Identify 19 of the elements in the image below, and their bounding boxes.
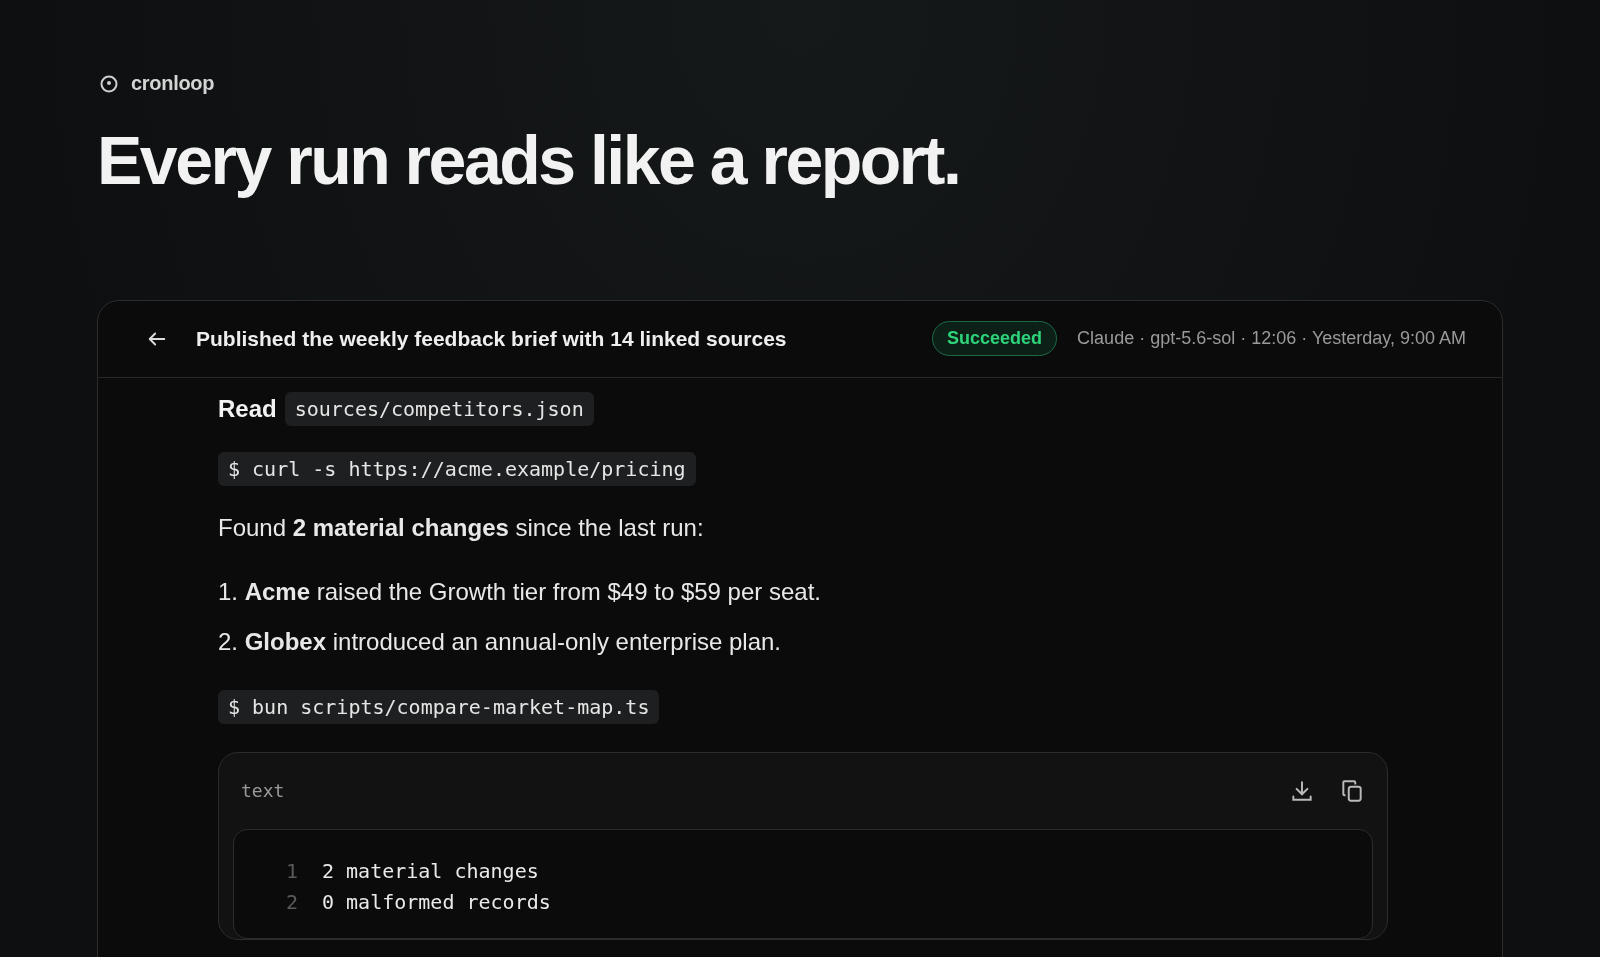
read-label: Read (218, 394, 277, 423)
brand-name: cronloop (131, 72, 215, 95)
language-label: text (241, 780, 286, 802)
line-number: 2 (284, 888, 299, 916)
status-badge: Succeeded (932, 321, 1058, 357)
run-title: Published the weekly feedback brief with 14 linked sources (196, 326, 788, 351)
copy-icon[interactable] (1339, 777, 1365, 804)
headline: Every run reads like a report. (97, 123, 961, 198)
run-meta: Claude · gpt-5.6-sol · 12:06 · Yesterday, 9:00 AM (1077, 328, 1466, 350)
summary-text: Found 2 material changes since the last run: (218, 513, 705, 542)
shell-command: $ curl -s https://acme.example/pricing (218, 451, 696, 486)
line-number: 1 (284, 857, 299, 885)
code-line: 0 malformed records (322, 888, 551, 916)
list-item: 1. Acme raised the Growth tier from $49 to $59 per seat. (218, 577, 822, 606)
shell-command: $ bun scripts/compare-market-map.ts (218, 689, 660, 724)
list-item: 2. Globex introduced an annual-only enterprise plan. (218, 627, 782, 656)
file-path: sources/competitors.json (284, 391, 594, 426)
logo-icon (99, 73, 119, 94)
code-line: 2 material changes (322, 857, 539, 885)
